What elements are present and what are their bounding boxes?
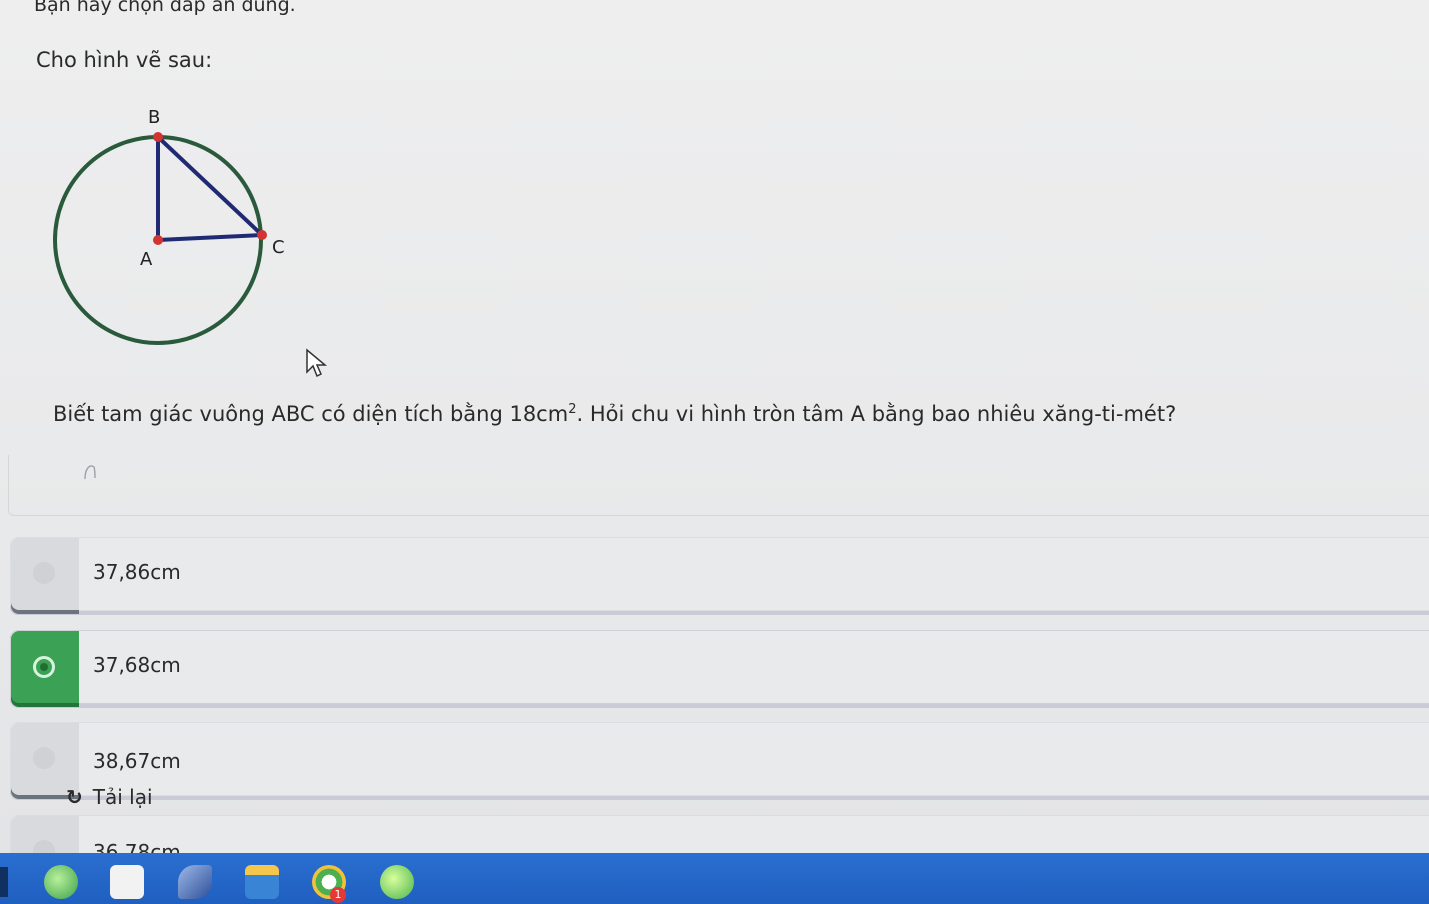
option-label: 37,86cm [93,560,181,584]
green-app-icon-2[interactable] [380,865,414,899]
answer-option-3[interactable]: 38,67cm [10,722,1429,796]
option-label: 37,68cm [93,653,181,677]
radio-selected-icon [33,656,55,678]
taskbar-start-edge[interactable] [0,867,8,897]
label-a: A [140,249,153,270]
feather-app-icon[interactable] [178,865,212,899]
quiz-page: Bạn hãy chọn đáp án đúng. Cho hình vẽ sa… [0,0,1429,904]
taskbar: 1 [0,853,1429,904]
arc-mark-icon [84,465,96,480]
question-card-border [8,455,1429,516]
question-after: . Hỏi chu vi hình tròn tâm A bằng bao nh… [576,402,1177,426]
label-c: C [272,237,285,258]
radio-icon [33,747,55,769]
question-before: Biết tam giác vuông ABC có diện tích bằn… [53,402,510,426]
instruction-text: Bạn hãy chọn đáp án đúng. [34,0,296,16]
answer-option-2[interactable]: 37,68cm [10,630,1429,704]
point-b [153,132,163,142]
point-c [257,230,267,240]
notification-badge: 1 [330,887,346,903]
store-icon[interactable] [110,865,144,899]
answer-option-1[interactable]: 37,86cm [10,537,1429,611]
point-a [153,235,163,245]
question-area-value: 18cm [509,402,569,426]
radio-icon [33,562,55,584]
folder-icon[interactable] [245,865,279,899]
question-text: Biết tam giác vuông ABC có diện tích bằn… [53,402,1176,426]
option-marker-selected [11,631,79,703]
green-app-icon[interactable] [44,865,78,899]
side-ac [157,233,263,242]
intro-text: Cho hình vẽ sau: [36,48,213,72]
reload-label: Tải lại [92,785,153,809]
option-label: 38,67cm [93,749,181,773]
label-b: B [148,107,160,128]
option-marker [11,538,79,610]
reload-button[interactable]: ↻ Tải lại [66,782,153,812]
mouse-cursor-icon [306,348,328,378]
refresh-icon: ↻ [66,785,83,809]
circle-triangle-figure: B A C [53,107,285,345]
